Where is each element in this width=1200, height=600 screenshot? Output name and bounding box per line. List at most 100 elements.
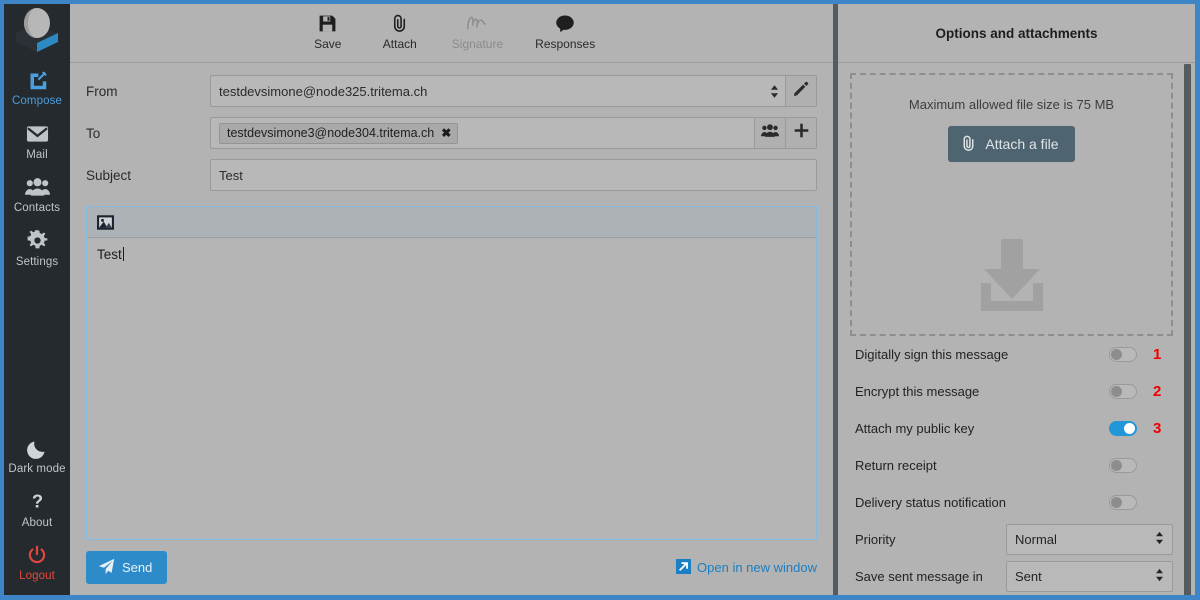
- contacts-people-icon: [761, 123, 779, 143]
- options-panel-scrollbar[interactable]: [1184, 64, 1191, 595]
- subject-row: Subject Test: [86, 159, 817, 191]
- options-scroll-area: Maximum allowed file size is 75 MB Attac…: [838, 63, 1195, 595]
- open-in-new-window-label: Open in new window: [697, 560, 817, 575]
- option-row-attach-public-key: Attach my public key 3: [850, 410, 1173, 447]
- priority-value: Normal: [1015, 532, 1057, 547]
- open-in-new-window-link[interactable]: Open in new window: [676, 558, 817, 577]
- from-label: From: [86, 83, 118, 99]
- sidebar-item-label: Compose: [12, 95, 62, 107]
- sidebar-item-settings[interactable]: Settings: [4, 221, 70, 275]
- to-label: To: [86, 125, 101, 141]
- scrollbar-thumb[interactable]: [1184, 64, 1191, 595]
- sidebar-primary-nav: Compose Mail Contacts Settings: [4, 60, 70, 275]
- toggle-delivery-status-notification[interactable]: [1109, 495, 1137, 510]
- question-mark-icon: ?: [27, 490, 48, 514]
- max-file-size-text: Maximum allowed file size is 75 MB: [908, 97, 1115, 112]
- sidebar-item-mail[interactable]: Mail: [4, 114, 70, 168]
- envelope-icon: [26, 122, 49, 146]
- chevron-updown-icon: [1155, 568, 1164, 585]
- toolbar-button-label: Attach: [382, 37, 417, 51]
- from-control: testdevsimone@node325.tritema.ch: [210, 75, 817, 107]
- insert-image-icon[interactable]: [97, 214, 114, 230]
- option-label: Encrypt this message: [855, 384, 980, 399]
- toolbar-button-label: Save: [314, 37, 342, 51]
- save-button[interactable]: Save: [308, 11, 348, 51]
- sidebar-item-about[interactable]: ? About: [4, 482, 70, 536]
- speech-bubble-icon: [555, 11, 575, 35]
- option-label: Delivery status notification: [855, 495, 1007, 510]
- option-label: Save sent message in: [855, 569, 983, 584]
- option-row-priority: Priority Normal: [850, 521, 1173, 558]
- responses-button[interactable]: Responses: [535, 11, 595, 51]
- sidebar-item-label: Dark mode: [8, 463, 66, 476]
- pencil-icon: [793, 81, 809, 102]
- recipient-chip-remove-icon[interactable]: ✖: [441, 126, 451, 140]
- annotation-number: 2: [1153, 383, 1162, 400]
- annotation-number: 1: [1153, 346, 1162, 363]
- toggle-wrap: [1100, 347, 1144, 362]
- options-and-attachments-panel: Options and attachments Maximum allowed …: [838, 4, 1195, 595]
- sidebar-item-compose[interactable]: Compose: [4, 60, 70, 114]
- compose-fields: From testdevsimone@node325.tritema.ch To…: [70, 63, 833, 201]
- sidebar-item-logout[interactable]: Logout: [4, 535, 70, 589]
- to-input[interactable]: testdevsimone3@node304.tritema.ch ✖: [211, 118, 754, 148]
- add-recipient-field-button[interactable]: [785, 118, 816, 148]
- edit-identity-button[interactable]: [785, 76, 816, 106]
- sidebar-item-dark-mode[interactable]: Dark mode: [4, 428, 70, 482]
- attachment-dropzone[interactable]: Maximum allowed file size is 75 MB Attac…: [850, 73, 1173, 336]
- message-body-input[interactable]: Test: [87, 238, 816, 539]
- toggle-wrap: [1100, 458, 1144, 473]
- moon-icon: [26, 436, 48, 460]
- send-button[interactable]: Send: [86, 551, 168, 584]
- main-sidebar: Compose Mail Contacts Settings Dark mode…: [4, 4, 70, 595]
- to-row: To testdevsimone3@node304.tritema.ch ✖: [86, 117, 817, 149]
- attach-a-file-button[interactable]: Attach a file: [948, 126, 1075, 162]
- power-icon: [27, 543, 47, 567]
- attach-button[interactable]: Attach: [380, 11, 420, 51]
- subject-input[interactable]: Test: [211, 160, 816, 190]
- options-panel-title: Options and attachments: [838, 4, 1195, 63]
- external-link-icon: [676, 558, 692, 577]
- toggle-digitally-sign[interactable]: [1109, 347, 1137, 362]
- recipient-chip[interactable]: testdevsimone3@node304.tritema.ch ✖: [219, 122, 459, 144]
- save-sent-message-value: Sent: [1015, 569, 1042, 584]
- annotation-number: 3: [1153, 420, 1162, 437]
- options-toggle-list: Digitally sign this message 1 Encrypt th…: [850, 336, 1173, 595]
- gear-icon: [27, 229, 48, 253]
- compose-footer: Send Open in new window: [70, 540, 833, 595]
- sidebar-item-label: Contacts: [13, 202, 61, 215]
- option-row-save-sent-message: Save sent message in Sent: [850, 558, 1173, 595]
- option-label: Priority: [855, 532, 896, 547]
- subject-control: Test: [210, 159, 817, 191]
- send-paper-plane-icon: [98, 558, 115, 578]
- compose-toolbar: Save Attach Signature Responses: [70, 4, 833, 63]
- app-window: Compose Mail Contacts Settings Dark mode…: [0, 0, 1200, 600]
- toggle-attach-public-key[interactable]: [1109, 421, 1137, 436]
- from-row: From testdevsimone@node325.tritema.ch: [86, 75, 817, 107]
- from-spinner-icon[interactable]: [763, 76, 785, 106]
- send-button-label: Send: [122, 560, 153, 575]
- editor-toolbar: [87, 207, 816, 238]
- floppy-disk-icon: [318, 11, 337, 35]
- option-row-delivery-status: Delivery status notification: [850, 484, 1173, 521]
- compose-pane: Save Attach Signature Responses From tes…: [70, 4, 833, 595]
- address-book-button[interactable]: [754, 118, 785, 148]
- option-label: Attach my public key: [855, 421, 975, 436]
- toggle-wrap: [1100, 384, 1144, 399]
- toolbar-button-label: Signature: [451, 37, 504, 51]
- save-sent-message-select[interactable]: Sent: [1006, 561, 1173, 592]
- sidebar-item-label: Logout: [19, 570, 55, 583]
- option-label: Return receipt: [855, 458, 937, 473]
- signature-button[interactable]: Signature: [452, 11, 503, 51]
- toggle-return-receipt[interactable]: [1109, 458, 1137, 473]
- compose-pencil-icon: [27, 68, 48, 92]
- from-select[interactable]: testdevsimone@node325.tritema.ch: [211, 76, 763, 106]
- sidebar-item-contacts[interactable]: Contacts: [4, 167, 70, 221]
- toolbar-button-label: Responses: [535, 37, 596, 51]
- toggle-encrypt[interactable]: [1109, 384, 1137, 399]
- option-row-return-receipt: Return receipt: [850, 447, 1173, 484]
- priority-select[interactable]: Normal: [1006, 524, 1173, 555]
- svg-text:?: ?: [31, 491, 42, 512]
- sidebar-item-label: Mail: [26, 148, 48, 161]
- signature-script-icon: [465, 11, 489, 35]
